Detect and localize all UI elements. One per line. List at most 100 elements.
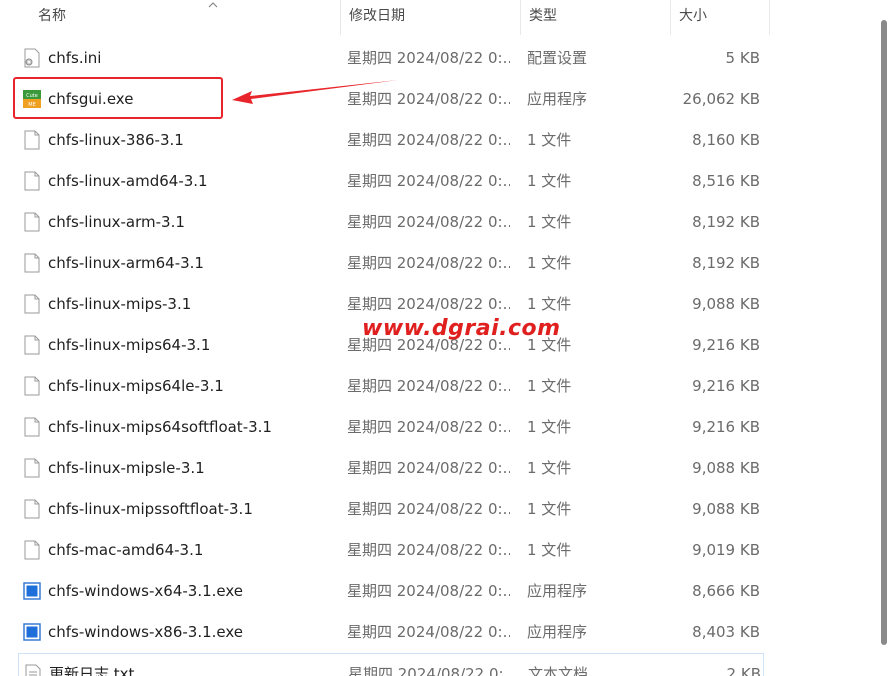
windows-exe-icon	[23, 623, 41, 641]
file-size: 9,216 KB	[692, 418, 760, 436]
file-name: chfs-mac-amd64-3.1	[48, 541, 204, 559]
column-header-date-label: 修改日期	[349, 8, 405, 24]
file-type: 文本文档	[528, 665, 589, 676]
file-date: 星期四 2024/08/22 0:...	[347, 582, 510, 600]
file-date: 星期四 2024/08/22 0:...	[347, 213, 510, 231]
file-date: 星期四 2024/08/22 0:...	[347, 172, 510, 190]
file-row[interactable]: chfs-linux-mipsle-3.1 星期四 2024/08/22 0:.…	[0, 448, 880, 489]
column-header-type[interactable]: 类型	[520, 0, 670, 35]
file-row[interactable]: chfs.ini 星期四 2024/08/22 0:... 配置设置 5 KB	[0, 38, 880, 79]
file-type: 1 文件	[527, 459, 572, 477]
file-date: 星期四 2024/08/22 0:...	[347, 459, 510, 477]
file-type: 1 文件	[527, 254, 572, 272]
file-type: 1 文件	[527, 500, 572, 518]
file-icon	[24, 499, 40, 519]
column-header-size[interactable]: 大小	[670, 0, 770, 35]
file-size: 8,516 KB	[692, 172, 760, 190]
file-row[interactable]: chfs-linux-mipssoftfloat-3.1 星期四 2024/08…	[0, 489, 880, 530]
file-name: chfs-linux-arm64-3.1	[48, 254, 204, 272]
file-name: chfs-windows-x64-3.1.exe	[48, 582, 244, 600]
column-header-name-label: 名称	[38, 8, 66, 24]
file-date: 星期四 2024/08/22 0:...	[347, 541, 510, 559]
file-date: 星期四 2024/08/22 0:...	[347, 377, 510, 395]
file-size: 8,192 KB	[692, 254, 760, 272]
file-row[interactable]: chfs-linux-386-3.1 星期四 2024/08/22 0:... …	[0, 120, 880, 161]
file-date: 星期四 2024/08/22 0:...	[347, 131, 510, 149]
file-size: 9,088 KB	[692, 295, 760, 313]
file-type: 1 文件	[527, 541, 572, 559]
red-arrow-icon	[232, 80, 398, 104]
file-name: chfs-windows-x86-3.1.exe	[48, 623, 244, 641]
file-icon	[24, 540, 40, 560]
file-date: 星期四 2024/08/22 0:...	[347, 500, 510, 518]
column-header-type-label: 类型	[529, 8, 557, 24]
file-type: 配置设置	[527, 49, 588, 67]
file-type: 1 文件	[527, 172, 572, 190]
settings-file-icon	[24, 48, 40, 68]
file-name: chfs-linux-mips64softfloat-3.1	[48, 418, 272, 436]
file-size: 8,403 KB	[692, 623, 760, 641]
file-type: 1 文件	[527, 418, 572, 436]
file-size: 26,062 KB	[682, 90, 760, 108]
file-row[interactable]: chfs-linux-mips64softfloat-3.1 星期四 2024/…	[0, 407, 880, 448]
file-size: 9,216 KB	[692, 336, 760, 354]
file-row[interactable]: chfs-mac-amd64-3.1 星期四 2024/08/22 0:... …	[0, 530, 880, 571]
file-icon	[24, 458, 40, 478]
file-icon	[24, 212, 40, 232]
file-size: 8,666 KB	[692, 582, 760, 600]
file-row[interactable]: chfs-linux-arm64-3.1 星期四 2024/08/22 0:..…	[0, 243, 880, 284]
file-type: 应用程序	[527, 582, 588, 600]
file-size: 9,088 KB	[692, 459, 760, 477]
windows-exe-icon	[23, 582, 41, 600]
file-size: 8,192 KB	[692, 213, 760, 231]
vertical-scrollbar[interactable]	[881, 20, 887, 645]
file-explorer-window: 名称 修改日期 类型 大小 chfs.ini 星期四 2024/08/22 0:…	[0, 0, 892, 676]
text-file-icon	[25, 664, 41, 676]
file-row[interactable]: chfs-windows-x64-3.1.exe 星期四 2024/08/22 …	[0, 571, 880, 612]
file-name: chfs-linux-mipsle-3.1	[48, 459, 205, 477]
file-icon	[24, 253, 40, 273]
column-header-name[interactable]: 名称	[30, 0, 340, 35]
file-date: 星期四 2024/08/22 0:...	[347, 623, 510, 641]
file-row[interactable]: chfs-linux-amd64-3.1 星期四 2024/08/22 0:..…	[0, 161, 880, 202]
file-date: 星期四 2024/08/22 0:...	[347, 418, 510, 436]
file-size: 9,088 KB	[692, 500, 760, 518]
column-header: 名称 修改日期 类型 大小	[0, 0, 892, 35]
file-date: 星期四 2024/08/22 0:...	[347, 49, 510, 67]
file-type: 1 文件	[527, 377, 572, 395]
file-size: 9,019 KB	[692, 541, 760, 559]
file-type: 1 文件	[527, 131, 572, 149]
file-name: chfs-linux-mipssoftfloat-3.1	[48, 500, 253, 518]
file-icon	[24, 335, 40, 355]
file-name: chfs-linux-mips64-3.1	[48, 336, 211, 354]
file-type: 应用程序	[527, 623, 588, 641]
file-date: 星期四 2024/08/22 0:...	[347, 254, 510, 272]
highlight-box	[13, 77, 223, 119]
file-row[interactable]: chfs-linux-arm-3.1 星期四 2024/08/22 0:... …	[0, 202, 880, 243]
file-name: chfs.ini	[48, 49, 102, 67]
file-row[interactable]: chfs-linux-mips64le-3.1 星期四 2024/08/22 0…	[0, 366, 880, 407]
file-size: 2 KB	[726, 665, 761, 676]
column-header-size-label: 大小	[679, 8, 707, 24]
file-type: 1 文件	[527, 213, 572, 231]
watermark: www.dgrai.com	[362, 316, 561, 341]
file-row[interactable]: 更新日志.txt 星期四 2024/08/22 0:... 文本文档 2 KB	[18, 653, 764, 676]
file-size: 9,216 KB	[692, 377, 760, 395]
column-header-date[interactable]: 修改日期	[340, 0, 520, 35]
file-date: 星期四 2024/08/22 0:...	[348, 665, 511, 676]
file-name: chfs-linux-mips-3.1	[48, 295, 192, 313]
file-size: 5 KB	[725, 49, 760, 67]
file-name: 更新日志.txt	[49, 665, 135, 676]
file-size: 8,160 KB	[692, 131, 760, 149]
file-name: chfs-linux-mips64le-3.1	[48, 377, 224, 395]
file-icon	[24, 294, 40, 314]
file-list: chfs.ini 星期四 2024/08/22 0:... 配置设置 5 KB …	[0, 38, 880, 676]
file-type: 应用程序	[527, 90, 588, 108]
file-row[interactable]: chfs-windows-x86-3.1.exe 星期四 2024/08/22 …	[0, 612, 880, 653]
file-name: chfs-linux-arm-3.1	[48, 213, 185, 231]
file-icon	[24, 130, 40, 150]
file-name: chfs-linux-amd64-3.1	[48, 172, 208, 190]
file-icon	[24, 417, 40, 437]
sort-ascending-icon	[208, 2, 218, 8]
file-icon	[24, 376, 40, 396]
